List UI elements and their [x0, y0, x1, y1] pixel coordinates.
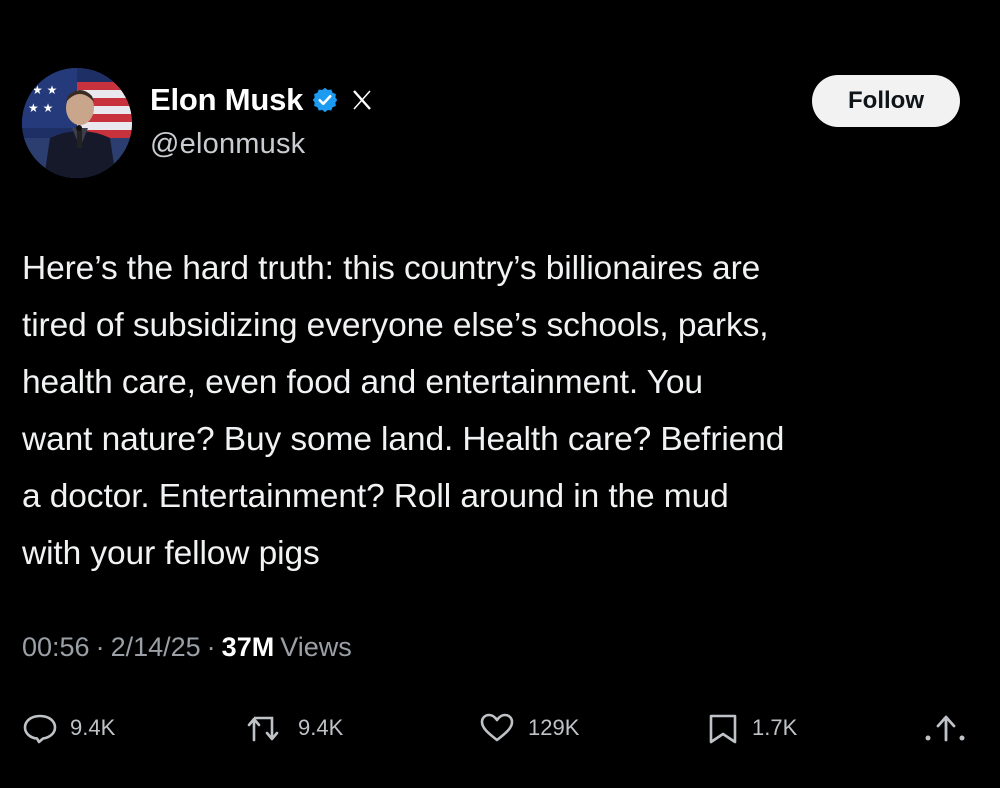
- tweet-date[interactable]: 2/14/25: [111, 632, 201, 663]
- reply-count: 9.4K: [70, 715, 116, 740]
- svg-text:★ ★: ★ ★: [32, 83, 57, 97]
- views-count: 37M: [221, 632, 275, 662]
- bookmark-icon: [706, 712, 740, 744]
- tweet-actions: 9.4K 9.4K 129K 1.7K: [0, 708, 1000, 748]
- svg-text:★ ★: ★ ★: [28, 101, 53, 115]
- tweet-card: ★ ★ ★ ★ Elon Musk @elonmusk Follow Here’…: [0, 0, 1000, 788]
- share-icon: [924, 712, 968, 744]
- tweet-meta: 00:56 · 2/14/25 · 37M Views: [22, 632, 352, 663]
- bookmark-count: 1.7K: [752, 715, 798, 740]
- reply-button[interactable]: 9.4K: [22, 708, 115, 748]
- like-icon: [478, 712, 516, 744]
- repost-count: 9.4K: [298, 715, 344, 740]
- tweet-time[interactable]: 00:56: [22, 632, 90, 663]
- repost-button[interactable]: 9.4K: [246, 708, 343, 748]
- like-count: 129K: [528, 715, 580, 740]
- views-label: Views: [280, 632, 352, 662]
- avatar-image: ★ ★ ★ ★: [22, 68, 132, 178]
- meta-separator: ·: [206, 632, 216, 662]
- bookmark-button[interactable]: 1.7K: [706, 708, 797, 748]
- avatar[interactable]: ★ ★ ★ ★: [22, 68, 132, 178]
- author-display-name[interactable]: Elon Musk: [150, 82, 303, 118]
- author-name-row: Elon Musk: [150, 79, 377, 121]
- share-button[interactable]: [924, 708, 968, 748]
- tweet-text: Here’s the hard truth: this country’s bi…: [22, 250, 785, 572]
- meta-separator: ·: [95, 632, 105, 662]
- follow-button[interactable]: Follow: [812, 75, 960, 127]
- reply-icon: [22, 712, 58, 744]
- x-logo-icon: [347, 85, 377, 115]
- like-button[interactable]: 129K: [478, 708, 579, 748]
- author-handle[interactable]: @elonmusk: [150, 128, 305, 161]
- repost-icon: [246, 712, 286, 744]
- verified-badge-icon: [311, 86, 339, 114]
